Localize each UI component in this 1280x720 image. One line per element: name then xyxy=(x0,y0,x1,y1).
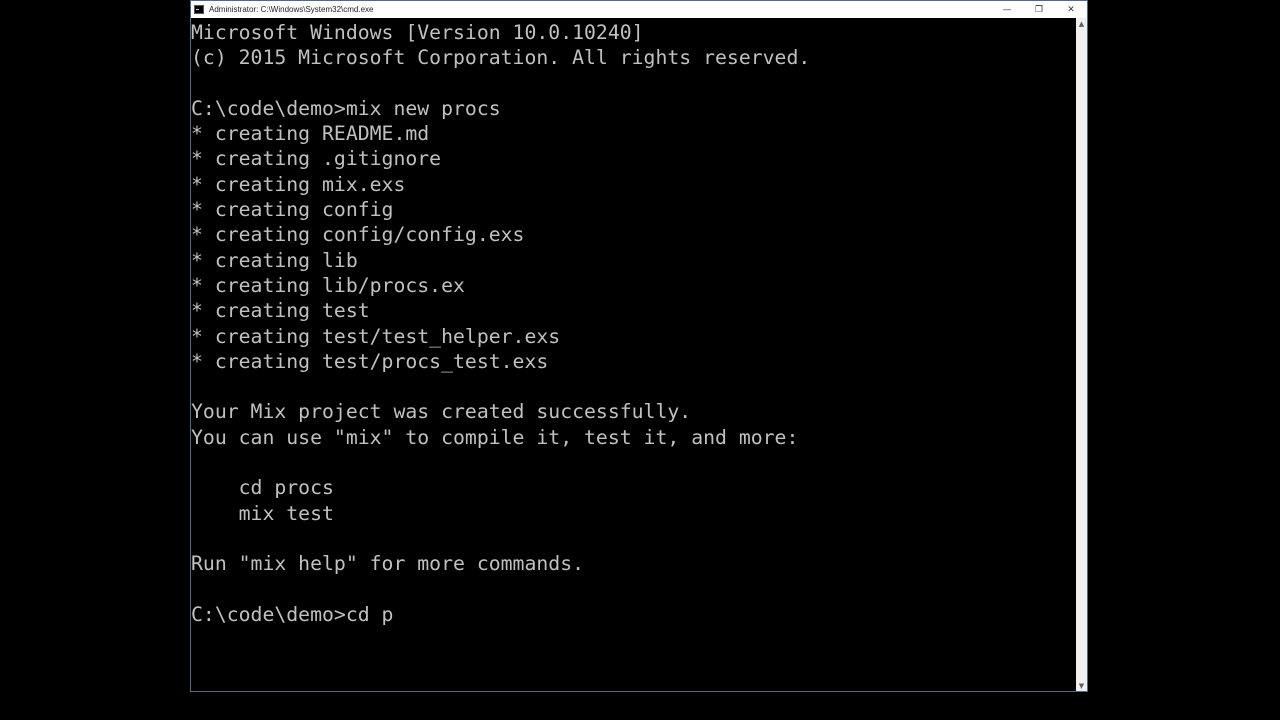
close-button[interactable]: ✕ xyxy=(1055,1,1087,18)
console-line: C:\code\demo>cd p xyxy=(191,602,394,626)
console-line: * creating config xyxy=(191,198,394,222)
console-output[interactable]: Microsoft Windows [Version 10.0.10240] (c… xyxy=(191,18,1077,691)
scroll-down-arrow-icon[interactable]: ▼ xyxy=(1076,680,1087,691)
window-controls: — ❐ ✕ xyxy=(991,1,1087,18)
console-line: Microsoft Windows [Version 10.0.10240] xyxy=(191,21,644,44)
console-line: C:\code\demo>mix new procs xyxy=(191,96,501,120)
console-line: * creating test xyxy=(191,299,370,323)
console-line: Run "mix help" for more commands. xyxy=(191,552,585,576)
console-text: Microsoft Windows [Version 10.0.10240] (c… xyxy=(191,20,810,627)
scroll-up-arrow-icon[interactable]: ▲ xyxy=(1076,18,1087,29)
console-line: * creating test/test_helper.exs xyxy=(191,324,561,348)
console-line: * creating lib xyxy=(191,248,358,272)
title-bar[interactable]: Administrator: C:\Windows\System32\cmd.e… xyxy=(191,1,1087,18)
cmd-icon xyxy=(194,5,204,14)
console-line: * creating mix.exs xyxy=(191,172,406,196)
console-line: * creating config/config.exs xyxy=(191,223,525,247)
console-line: cd procs xyxy=(191,476,334,500)
console-line: * creating test/procs_test.exs xyxy=(191,349,549,373)
console-line: mix test xyxy=(191,501,334,525)
console-line: You can use "mix" to compile it, test it… xyxy=(191,425,799,449)
restore-button[interactable]: ❐ xyxy=(1023,1,1055,18)
console-line: * creating lib/procs.ex xyxy=(191,273,465,297)
cmd-window: Administrator: C:\Windows\System32\cmd.e… xyxy=(190,0,1088,692)
console-line: (c) 2015 Microsoft Corporation. All righ… xyxy=(191,46,811,70)
scroll-thumb[interactable] xyxy=(1077,30,1086,678)
minimize-button[interactable]: — xyxy=(991,1,1023,18)
console-line: * creating README.md xyxy=(191,122,430,146)
console-line: * creating .gitignore xyxy=(191,147,442,171)
vertical-scrollbar[interactable]: ▲ ▼ xyxy=(1076,18,1087,691)
window-title: Administrator: C:\Windows\System32\cmd.e… xyxy=(209,5,374,14)
console-line: Your Mix project was created successfull… xyxy=(191,400,692,424)
